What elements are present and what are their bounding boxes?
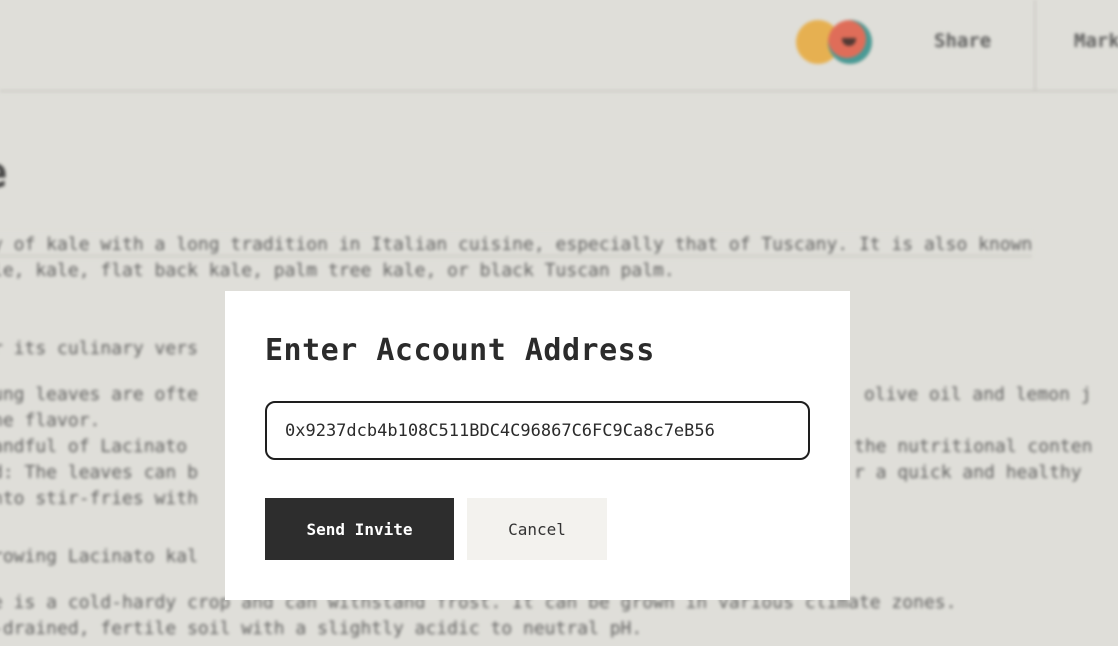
invite-dialog: Enter Account Address Send Invite Cancel <box>225 291 850 600</box>
send-invite-button[interactable]: Send Invite <box>265 498 454 560</box>
account-address-input[interactable] <box>265 401 810 460</box>
dialog-title: Enter Account Address <box>265 333 655 368</box>
cancel-button[interactable]: Cancel <box>467 498 607 560</box>
